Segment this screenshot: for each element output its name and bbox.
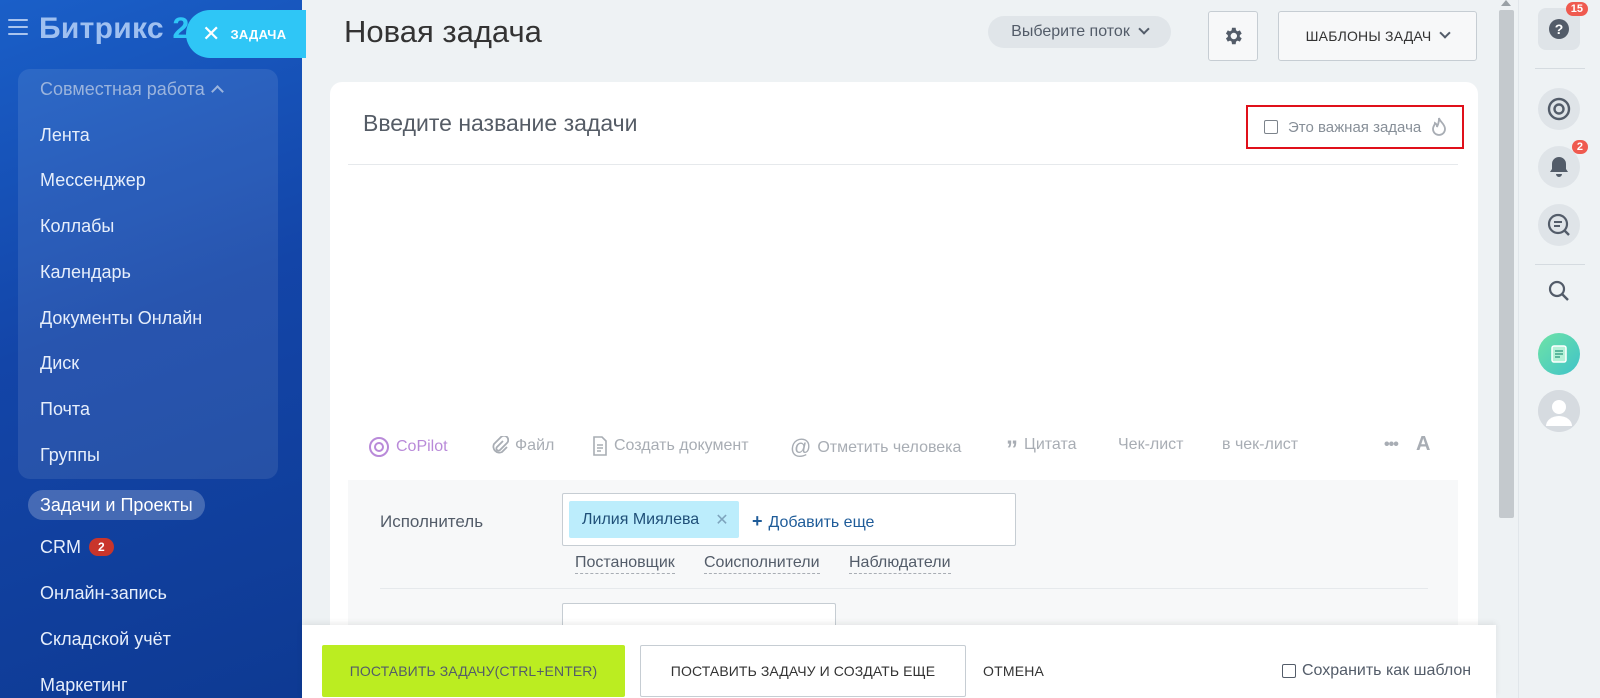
save-as-template-checkbox[interactable] xyxy=(1282,664,1296,678)
sidebar-item-docs-online[interactable]: Документы Онлайн xyxy=(40,308,202,329)
flame-icon xyxy=(1432,117,1447,136)
role-link-coexecutors[interactable]: Соисполнители xyxy=(704,554,820,574)
chevron-down-icon xyxy=(1439,27,1452,39)
user-avatar-icon xyxy=(1538,390,1580,432)
submit-task-button[interactable]: ПОСТАВИТЬ ЗАДАЧУ(CTRL+ENTER) xyxy=(322,645,625,697)
select-flow-button[interactable]: Выберите поток xyxy=(988,16,1171,48)
sidebar-item-calendar[interactable]: Календарь xyxy=(40,262,131,283)
sidebar-group-title-label: Совместная работа xyxy=(40,79,205,99)
toolbar-mention-button[interactable]: @ Отметить человека xyxy=(790,436,961,460)
title-divider xyxy=(348,164,1458,165)
help-button[interactable]: ? 15 xyxy=(1538,2,1588,50)
important-task-checkbox[interactable] xyxy=(1264,120,1278,134)
user-avatar[interactable] xyxy=(1538,390,1580,432)
chat-search-button[interactable] xyxy=(1538,204,1580,246)
notifications-button[interactable]: 2 xyxy=(1538,140,1588,188)
sidebar-item-marketing[interactable]: Маркетинг xyxy=(40,675,128,696)
sidebar-item-mail[interactable]: Почта xyxy=(40,399,90,420)
sidebar-item-online-booking[interactable]: Онлайн-запись xyxy=(40,583,167,604)
sidebar-group-title[interactable]: Совместная работа xyxy=(40,79,224,100)
sidebar-item-drive[interactable]: Диск xyxy=(40,353,79,374)
toolbar-checklist-button[interactable]: Чек-лист xyxy=(1118,436,1184,454)
task-title-input[interactable]: Введите название задачи xyxy=(363,110,637,137)
important-task-label[interactable]: Это важная задача xyxy=(1288,119,1421,136)
role-link-observers[interactable]: Наблюдатели xyxy=(849,554,951,574)
sidebar-item-tasks-projects[interactable]: Задачи и Проекты xyxy=(28,490,205,520)
close-icon: ✕ xyxy=(202,21,221,46)
copilot-rail-button[interactable] xyxy=(1538,88,1580,130)
scroll-up-icon[interactable] xyxy=(1501,0,1511,6)
sidebar-item-warehouse[interactable]: Складской учёт xyxy=(40,629,171,650)
important-task-highlight: Это важная задача xyxy=(1246,105,1464,149)
toolbar-create-document-button[interactable]: Создать документ xyxy=(592,436,749,456)
toolbar-file-label: Файл xyxy=(515,437,555,454)
save-as-template-label: Сохранить как шаблон xyxy=(1302,662,1472,679)
assignee-name: Лилия Миялева xyxy=(582,510,700,528)
sidebar-item-crm-label: CRM xyxy=(40,537,81,557)
rail-divider xyxy=(1535,68,1585,69)
sidebar-item-crm[interactable]: CRM 2 xyxy=(40,537,114,558)
sidebar-item-feed[interactable]: Лента xyxy=(40,125,90,146)
sidebar-item-collabs[interactable]: Коллабы xyxy=(40,216,114,237)
sidebar-item-messenger[interactable]: Мессенджер xyxy=(40,170,146,191)
task-templates-label: ШАБЛОНЫ ЗАДАЧ xyxy=(1305,28,1432,44)
search-icon xyxy=(1548,280,1569,301)
toolbar-quote-label: Цитата xyxy=(1024,436,1077,453)
toolbar-format-icon[interactable]: A xyxy=(1416,433,1430,456)
copilot-icon xyxy=(369,437,389,457)
toolbar-create-document-label: Создать документ xyxy=(614,437,749,454)
copilot-icon xyxy=(1547,97,1571,121)
settings-button[interactable] xyxy=(1208,11,1258,61)
svg-text:?: ? xyxy=(1555,21,1564,37)
news-icon xyxy=(1551,345,1567,363)
bell-icon xyxy=(1550,157,1568,177)
cancel-button[interactable]: ОТМЕНА xyxy=(983,663,1044,679)
chevron-down-icon xyxy=(1138,23,1150,35)
notifications-badge: 2 xyxy=(1571,140,1588,154)
logo-text: Битрикс xyxy=(39,12,164,45)
crm-counter-badge: 2 xyxy=(89,538,114,556)
submit-and-create-more-button[interactable]: ПОСТАВИТЬ ЗАДАЧУ И СОЗДАТЬ ЕЩЕ xyxy=(640,645,966,697)
paperclip-icon xyxy=(492,436,509,454)
assignee-chip[interactable]: Лилия Миялева ✕ xyxy=(569,501,739,538)
toolbar-quote-button[interactable]: ” Цитата xyxy=(1006,436,1077,462)
right-rail: ? 15 2 xyxy=(1518,0,1600,698)
assignee-label: Исполнитель xyxy=(380,512,484,531)
menu-icon[interactable] xyxy=(8,19,28,35)
chevron-up-icon xyxy=(210,85,224,98)
save-as-template[interactable]: Сохранить как шаблон xyxy=(1282,662,1471,680)
remove-assignee-icon[interactable]: ✕ xyxy=(715,510,728,530)
at-sign-icon: @ xyxy=(790,436,812,459)
task-templates-button[interactable]: ШАБЛОНЫ ЗАДАЧ xyxy=(1278,11,1477,61)
page-title: Новая задача xyxy=(344,14,542,49)
rail-divider xyxy=(1535,264,1585,265)
toolbar-more-icon[interactable]: ••• xyxy=(1384,436,1399,454)
sidebar-item-groups[interactable]: Группы xyxy=(40,445,100,466)
section-divider xyxy=(380,588,1428,589)
quote-icon: ” xyxy=(1006,436,1018,463)
logo[interactable]: Битрикс 2 xyxy=(39,12,190,46)
add-assignee-label: Добавить еще xyxy=(768,514,875,531)
toolbar-file-button[interactable]: Файл xyxy=(491,436,554,456)
help-badge: 15 xyxy=(1565,2,1588,16)
news-button[interactable] xyxy=(1538,333,1580,375)
toolbar-copilot-button[interactable]: CoPilot xyxy=(368,436,448,458)
search-button[interactable] xyxy=(1538,270,1580,312)
help-icon: ? xyxy=(1549,19,1569,39)
add-assignee-button[interactable]: + Добавить еще xyxy=(752,511,874,532)
gear-icon xyxy=(1225,27,1242,45)
select-flow-label: Выберите поток xyxy=(1011,23,1130,40)
toolbar-to-checklist-button[interactable]: в чек-лист xyxy=(1222,436,1298,454)
chat-search-icon xyxy=(1547,213,1570,236)
task-button-label: ЗАДАЧА xyxy=(230,26,287,42)
scrollbar-thumb[interactable] xyxy=(1499,10,1514,518)
close-task-slider-button[interactable]: ✕ ЗАДАЧА xyxy=(186,10,306,58)
toolbar-mention-label: Отметить человека xyxy=(817,439,962,456)
toolbar-copilot-label: CoPilot xyxy=(396,438,448,455)
role-link-creator[interactable]: Постановщик xyxy=(575,554,675,574)
left-sidebar: Битрикс 2 Совместная работа Лента Мессен… xyxy=(0,0,302,698)
plus-icon: + xyxy=(752,511,763,531)
document-icon xyxy=(593,436,607,456)
